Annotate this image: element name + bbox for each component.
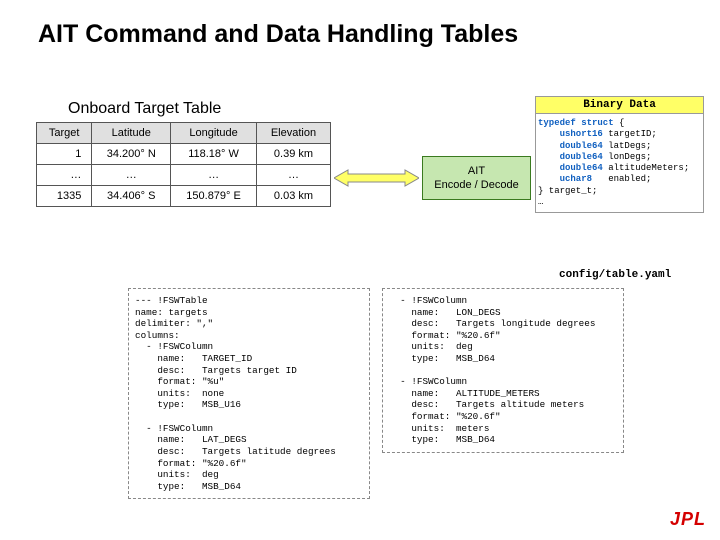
col-elevation: Elevation: [256, 123, 330, 144]
col-longitude: Longitude: [171, 123, 257, 144]
cell-target: …: [37, 165, 92, 186]
table-row: 1335 34.406° S 150.879° E 0.03 km: [37, 186, 331, 207]
encode-decode-label: AIT Encode / Decode: [434, 164, 518, 193]
yaml-right-box: - !FSWColumn name: LON_DEGS desc: Target…: [382, 288, 624, 453]
cell-elev: …: [256, 165, 330, 186]
cell-lon: 118.18° W: [171, 144, 257, 165]
col-latitude: Latitude: [92, 123, 171, 144]
binary-data-body: typedef struct { ushort16 targetID; doub…: [535, 113, 704, 213]
onboard-table: Target Latitude Longitude Elevation 1 34…: [36, 122, 331, 207]
cell-elev: 0.03 km: [256, 186, 330, 207]
encode-decode-box: AIT Encode / Decode: [422, 156, 531, 200]
onboard-target-table-block: Onboard Target Table Target Latitude Lon…: [36, 100, 331, 207]
cell-lon: …: [171, 165, 257, 186]
col-target: Target: [37, 123, 92, 144]
cell-target: 1335: [37, 186, 92, 207]
jpl-logo: JPL: [670, 509, 706, 530]
table-row: … … … …: [37, 165, 331, 186]
table-row: 1 34.200° N 118.18° W 0.39 km: [37, 144, 331, 165]
cell-lon: 150.879° E: [171, 186, 257, 207]
binary-data-block: Binary Data typedef struct { ushort16 ta…: [535, 96, 704, 213]
cell-elev: 0.39 km: [256, 144, 330, 165]
page-title: AIT Command and Data Handling Tables: [38, 20, 518, 49]
double-arrow-icon: [334, 168, 419, 188]
cell-lat: 34.200° N: [92, 144, 171, 165]
cell-lat: 34.406° S: [92, 186, 171, 207]
onboard-table-caption: Onboard Target Table: [68, 100, 331, 118]
yaml-left-box: --- !FSWTable name: targets delimiter: "…: [128, 288, 370, 499]
cell-lat: …: [92, 165, 171, 186]
binary-data-title: Binary Data: [535, 96, 704, 113]
cell-target: 1: [37, 144, 92, 165]
yaml-caption: config/table.yaml: [559, 269, 671, 281]
